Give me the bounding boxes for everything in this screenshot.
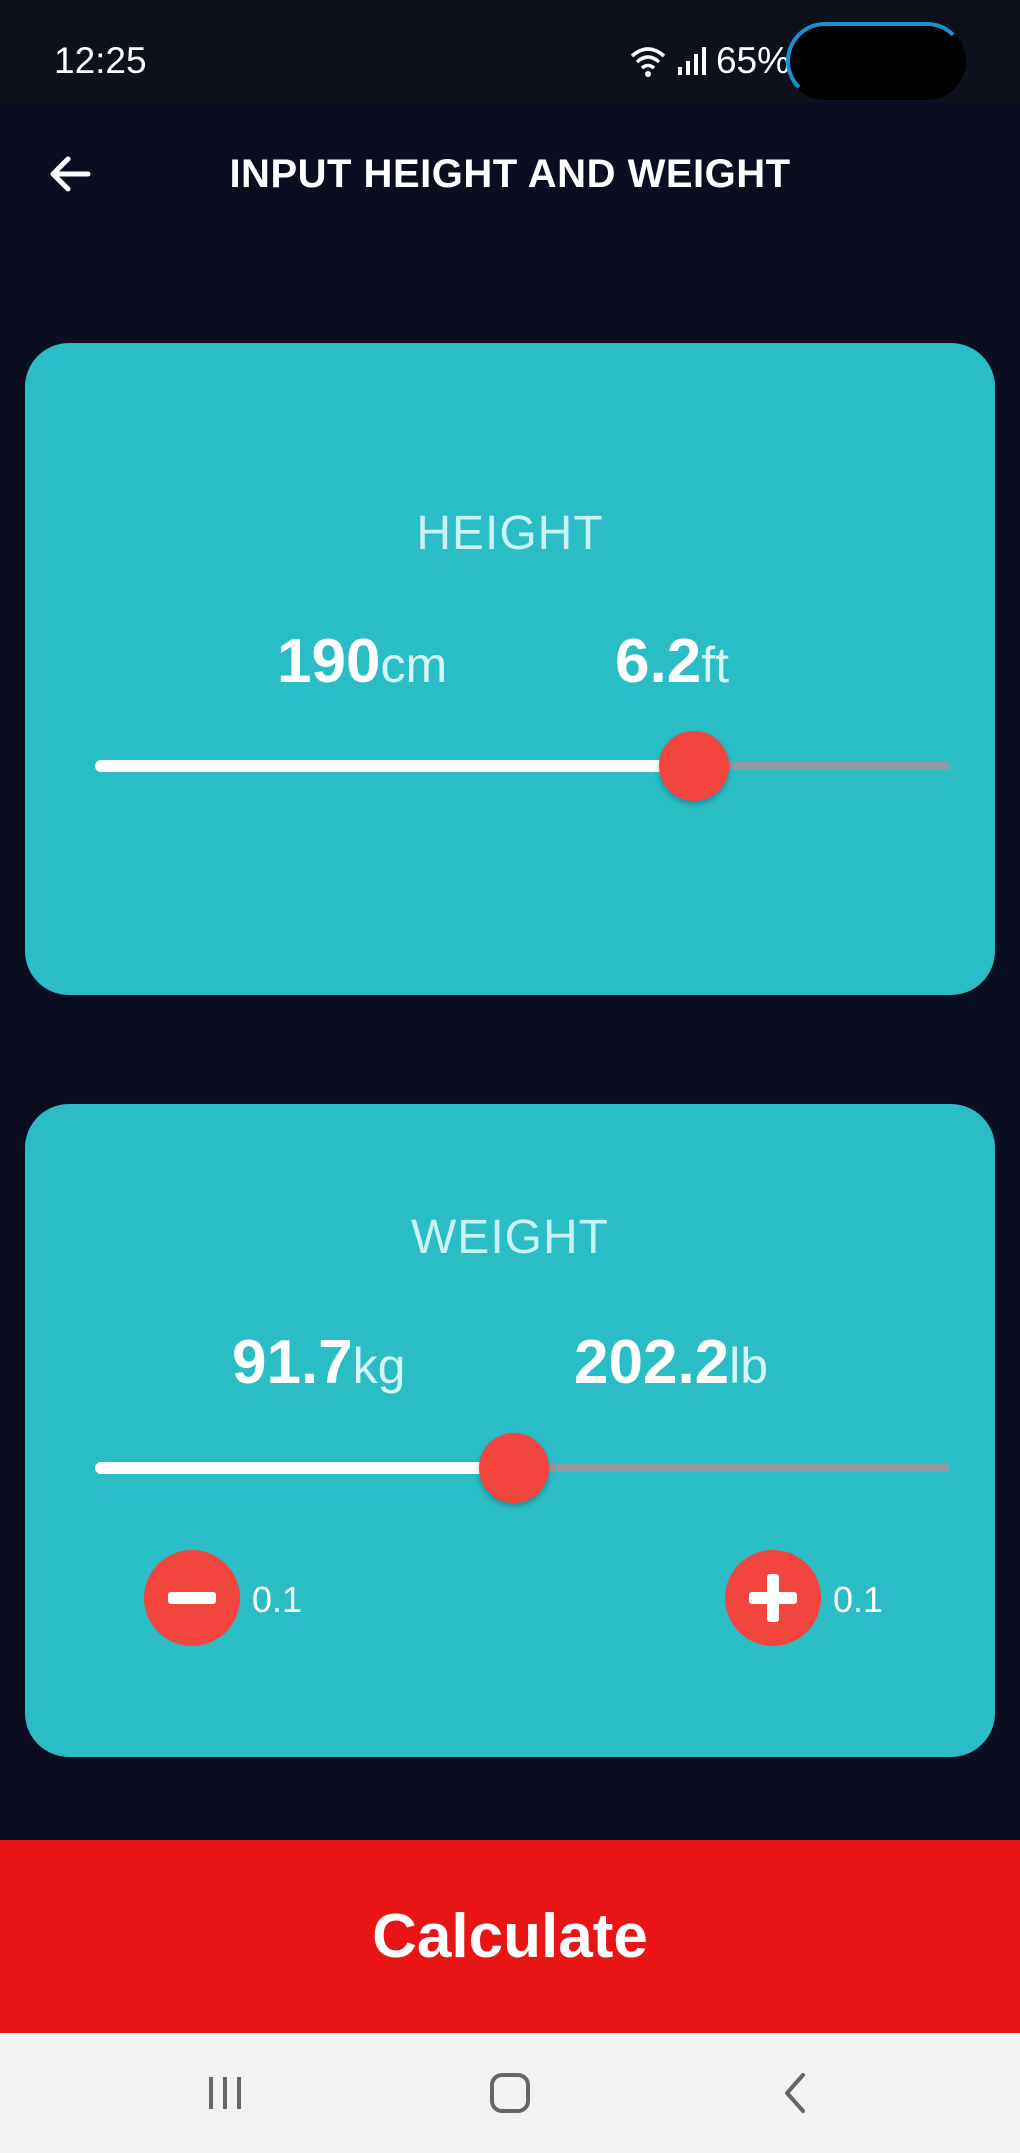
height-cm-readout: 190cm: [277, 626, 447, 697]
weight-lb-value: 202.2: [574, 1328, 730, 1397]
weight-slider[interactable]: [95, 1433, 950, 1503]
weight-slider-thumb[interactable]: [478, 1433, 549, 1503]
recent-apps-button[interactable]: [175, 2053, 275, 2133]
status-bar: 12:25 65%: [0, 0, 1020, 102]
weight-kg-readout: 91.7kg: [232, 1327, 405, 1398]
weight-card: WEIGHT 91.7kg 202.2lb 0.1 0.1: [25, 1104, 995, 1757]
weight-kg-value: 91.7: [232, 1328, 353, 1397]
wifi-icon: [630, 47, 666, 77]
height-slider[interactable]: [95, 731, 950, 801]
weight-label: WEIGHT: [411, 1211, 609, 1264]
increment-label: 0.1: [833, 1579, 884, 1620]
weight-slider-fill: [95, 1462, 514, 1474]
home-button[interactable]: [460, 2053, 560, 2133]
system-nav-bar: [0, 2033, 1020, 2153]
camera-cutout: [786, 22, 966, 100]
status-time: 12:25: [54, 40, 147, 81]
system-back-button[interactable]: [745, 2053, 845, 2133]
height-slider-fill: [95, 760, 694, 772]
chevron-left-icon: [785, 2073, 805, 2113]
weight-lb-unit: lb: [729, 1338, 769, 1394]
app-header: INPUT HEIGHT AND WEIGHT: [0, 102, 1020, 252]
height-ft-readout: 6.2ft: [615, 626, 729, 697]
height-label: HEIGHT: [416, 507, 604, 560]
calculate-label: Calculate: [372, 1902, 648, 1971]
calculate-button[interactable]: Calculate: [0, 1840, 1020, 2033]
recent-apps-icon: [209, 2077, 241, 2109]
height-slider-thumb[interactable]: [658, 731, 729, 801]
decrement-label: 0.1: [252, 1579, 303, 1620]
height-cm-value: 190: [277, 627, 381, 696]
decrement-button[interactable]: [144, 1550, 240, 1646]
weight-lb-readout: 202.2lb: [574, 1327, 768, 1398]
minus-icon: [168, 1592, 216, 1604]
height-cm-unit: cm: [380, 637, 448, 693]
signal-icon: [677, 47, 706, 75]
battery-percent: 65%: [715, 40, 790, 81]
weight-kg-unit: kg: [352, 1338, 406, 1394]
height-card: HEIGHT 190cm 6.2ft: [25, 343, 995, 995]
height-ft-value: 6.2: [615, 627, 702, 696]
page-title: INPUT HEIGHT AND WEIGHT: [229, 152, 791, 196]
increment-button[interactable]: [725, 1550, 821, 1646]
height-ft-unit: ft: [701, 637, 729, 693]
home-icon: [490, 2073, 530, 2113]
